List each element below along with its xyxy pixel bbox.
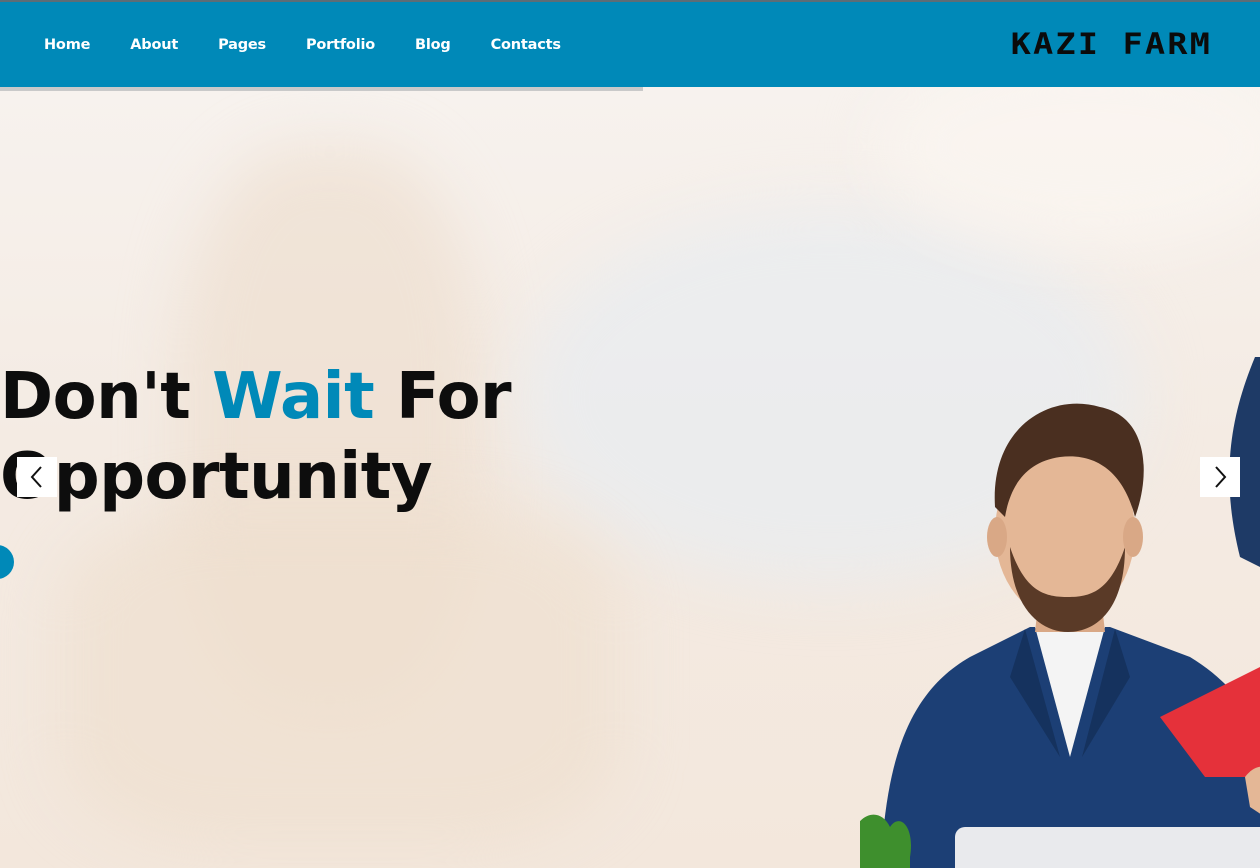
chevron-right-icon xyxy=(1215,466,1227,488)
slider-next-button[interactable] xyxy=(1200,457,1240,497)
slider-progress-bar xyxy=(0,87,1260,91)
site-logo[interactable]: Kazi Farm xyxy=(1011,27,1212,61)
slider-dot[interactable] xyxy=(0,545,14,579)
headline-line-2: Opportunity xyxy=(0,440,433,514)
nav-blog[interactable]: Blog xyxy=(415,37,451,53)
slider-progress-fill xyxy=(0,87,643,91)
nav-home[interactable]: Home xyxy=(44,37,90,53)
site-header: Home About Pages Portfolio Blog Contacts… xyxy=(0,0,1260,87)
headline-accent: Wait xyxy=(212,360,375,434)
hero-slider: Don't Wait For Opportunity xyxy=(0,87,1260,868)
logo-text: Kazi Farm xyxy=(1010,27,1212,61)
slider-prev-button[interactable] xyxy=(17,457,57,497)
nav-about[interactable]: About xyxy=(130,37,178,53)
hero-headline: Don't Wait For Opportunity xyxy=(0,357,512,517)
chevron-left-icon xyxy=(30,466,42,488)
nav-portfolio[interactable]: Portfolio xyxy=(306,37,375,53)
nav-pages[interactable]: Pages xyxy=(218,37,266,53)
businessman-image xyxy=(860,357,1260,868)
headline-word: Don't xyxy=(0,360,191,434)
nav-contacts[interactable]: Contacts xyxy=(491,37,561,53)
background-blur xyxy=(60,507,620,847)
main-nav: Home About Pages Portfolio Blog Contacts xyxy=(44,2,601,87)
headline-word: For xyxy=(395,360,512,434)
